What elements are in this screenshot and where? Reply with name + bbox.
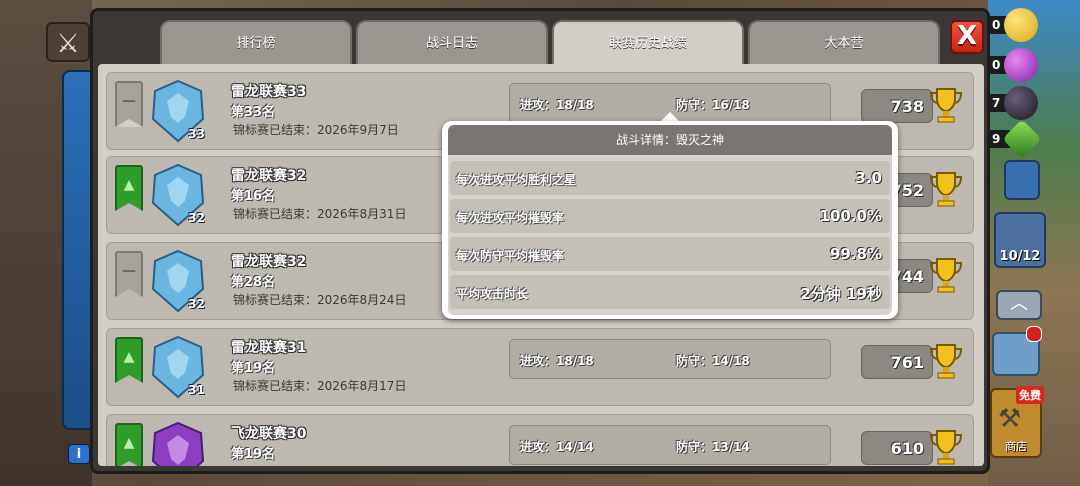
- trophy-icon: [929, 88, 963, 123]
- end-date: 锦标赛已结束：2026年8月31日: [233, 207, 407, 221]
- defense-stat: 防守：13/14: [676, 440, 750, 454]
- rank-change-banner: ▲: [115, 423, 143, 466]
- tab-league-history[interactable]: 联赛历史战绩: [552, 20, 744, 64]
- stat-value: 2分钟 19秒: [800, 285, 882, 303]
- scroll-icon[interactable]: [1004, 160, 1040, 200]
- notification-badge: [1026, 326, 1042, 342]
- tab-leaderboard[interactable]: 排行榜: [160, 20, 352, 64]
- dark-elixir-icon: [1004, 86, 1038, 120]
- left-background-panel: i: [0, 0, 102, 486]
- history-row[interactable]: ▲ 飞龙联赛30 第19名 进攻：14/14 防守：13/14 610: [106, 414, 974, 466]
- stat-label: 平均攻击时长: [456, 287, 529, 301]
- builder-count: 10/12: [999, 249, 1041, 264]
- end-date: 锦标赛已结束：2026年8月17日: [233, 379, 407, 393]
- attack-stat: 进攻：18/18: [520, 354, 594, 368]
- league-name: 雷龙联赛32: [231, 254, 307, 270]
- battle-details-popup: 战斗详情：毁灭之神 每次进攻平均胜利之星 3.0 每次进攻平均摧毁率 100.0…: [442, 121, 898, 319]
- trophy-count-box: 761: [861, 345, 933, 379]
- elixir-icon: [1004, 48, 1038, 82]
- end-date: 锦标赛已结束：2026年9月7日: [233, 123, 399, 137]
- trophy-icon: [929, 344, 963, 379]
- rank-change-banner: —: [115, 251, 143, 305]
- defense-stat: 防守：16/18: [676, 98, 750, 112]
- stat-value: 100.0%: [819, 207, 882, 225]
- stat-label: 每次进攻平均摧毁率: [456, 211, 565, 225]
- gem-resource[interactable]: 9: [990, 119, 1070, 159]
- chevron-up-icon[interactable]: ︿: [996, 290, 1042, 320]
- hammer-icon: ⚒: [998, 404, 1022, 434]
- info-button[interactable]: i: [68, 444, 90, 464]
- league-rank: 第28名: [231, 275, 276, 290]
- league-badge-icon: 32: [149, 163, 207, 227]
- gold-icon: [1004, 8, 1038, 42]
- attack-defense-stats: 进攻：14/14 防守：13/14: [509, 425, 831, 465]
- popup-title: 战斗详情：毁灭之神: [448, 125, 892, 155]
- dark-elixir-resource[interactable]: 7: [990, 86, 1070, 120]
- stat-label: 每次进攻平均胜利之星: [456, 173, 577, 187]
- league-name: 雷龙联赛33: [231, 84, 307, 100]
- attack-stat: 进攻：14/14: [520, 440, 594, 454]
- shop-label: 商店: [1005, 440, 1027, 453]
- stat-value: 3.0: [855, 169, 882, 187]
- league-rank: 第19名: [231, 361, 276, 376]
- stat-value: 99.8%: [829, 245, 882, 263]
- league-badge-icon: 33: [149, 79, 207, 143]
- league-rank: 第19名: [231, 447, 276, 462]
- trophy-count-box: 610: [861, 431, 933, 465]
- tab-battle-log[interactable]: 战斗日志: [356, 20, 548, 64]
- rank-change-banner: ▲: [115, 337, 143, 391]
- end-date: 锦标赛已结束：2026年8月24日: [233, 293, 407, 307]
- league-rank: 第33名: [231, 105, 276, 120]
- popup-stat-row: 每次进攻平均摧毁率 100.0%: [450, 199, 890, 233]
- tab-town-hall[interactable]: 大本营: [748, 20, 940, 64]
- rank-change-banner: ▲: [115, 165, 143, 219]
- popup-stat-row: 每次进攻平均胜利之星 3.0: [450, 161, 890, 195]
- trophy-icon: [929, 258, 963, 293]
- popup-stat-row: 平均攻击时长 2分钟 19秒: [450, 275, 890, 309]
- gold-resource[interactable]: 0: [990, 8, 1070, 42]
- crossed-swords-icon[interactable]: ⚔: [46, 22, 90, 62]
- trophy-icon: [929, 172, 963, 207]
- elixir-resource[interactable]: 0: [990, 48, 1070, 82]
- league-name: 雷龙联赛32: [231, 168, 307, 184]
- close-button[interactable]: X: [950, 20, 984, 54]
- league-rank: 第16名: [231, 189, 276, 204]
- gem-icon: [1002, 119, 1042, 159]
- attack-stat: 进攻：18/18: [520, 98, 594, 112]
- rank-change-banner: —: [115, 81, 143, 135]
- league-badge-icon: 32: [149, 249, 207, 313]
- league-badge-icon: [149, 421, 207, 466]
- trophy-count-box: 738: [861, 89, 933, 123]
- stat-label: 每次防守平均摧毁率: [456, 249, 565, 263]
- defense-stat: 防守：14/18: [676, 354, 750, 368]
- league-name: 雷龙联赛31: [231, 340, 307, 356]
- league-badge-icon: 31: [149, 335, 207, 399]
- league-name: 飞龙联赛30: [231, 426, 307, 442]
- shop-button[interactable]: 免费 ⚒ 商店: [990, 386, 1044, 458]
- popup-stat-row: 每次防守平均摧毁率 99.8%: [450, 237, 890, 271]
- attack-defense-stats: 进攻：18/18 防守：14/18: [509, 339, 831, 379]
- trophy-icon: [929, 430, 963, 465]
- builder-button[interactable]: 10/12: [994, 212, 1046, 268]
- free-badge: 免费: [1016, 386, 1044, 404]
- history-row[interactable]: ▲ 31 雷龙联赛31 第19名 锦标赛已结束：2026年8月17日 进攻：18…: [106, 328, 974, 406]
